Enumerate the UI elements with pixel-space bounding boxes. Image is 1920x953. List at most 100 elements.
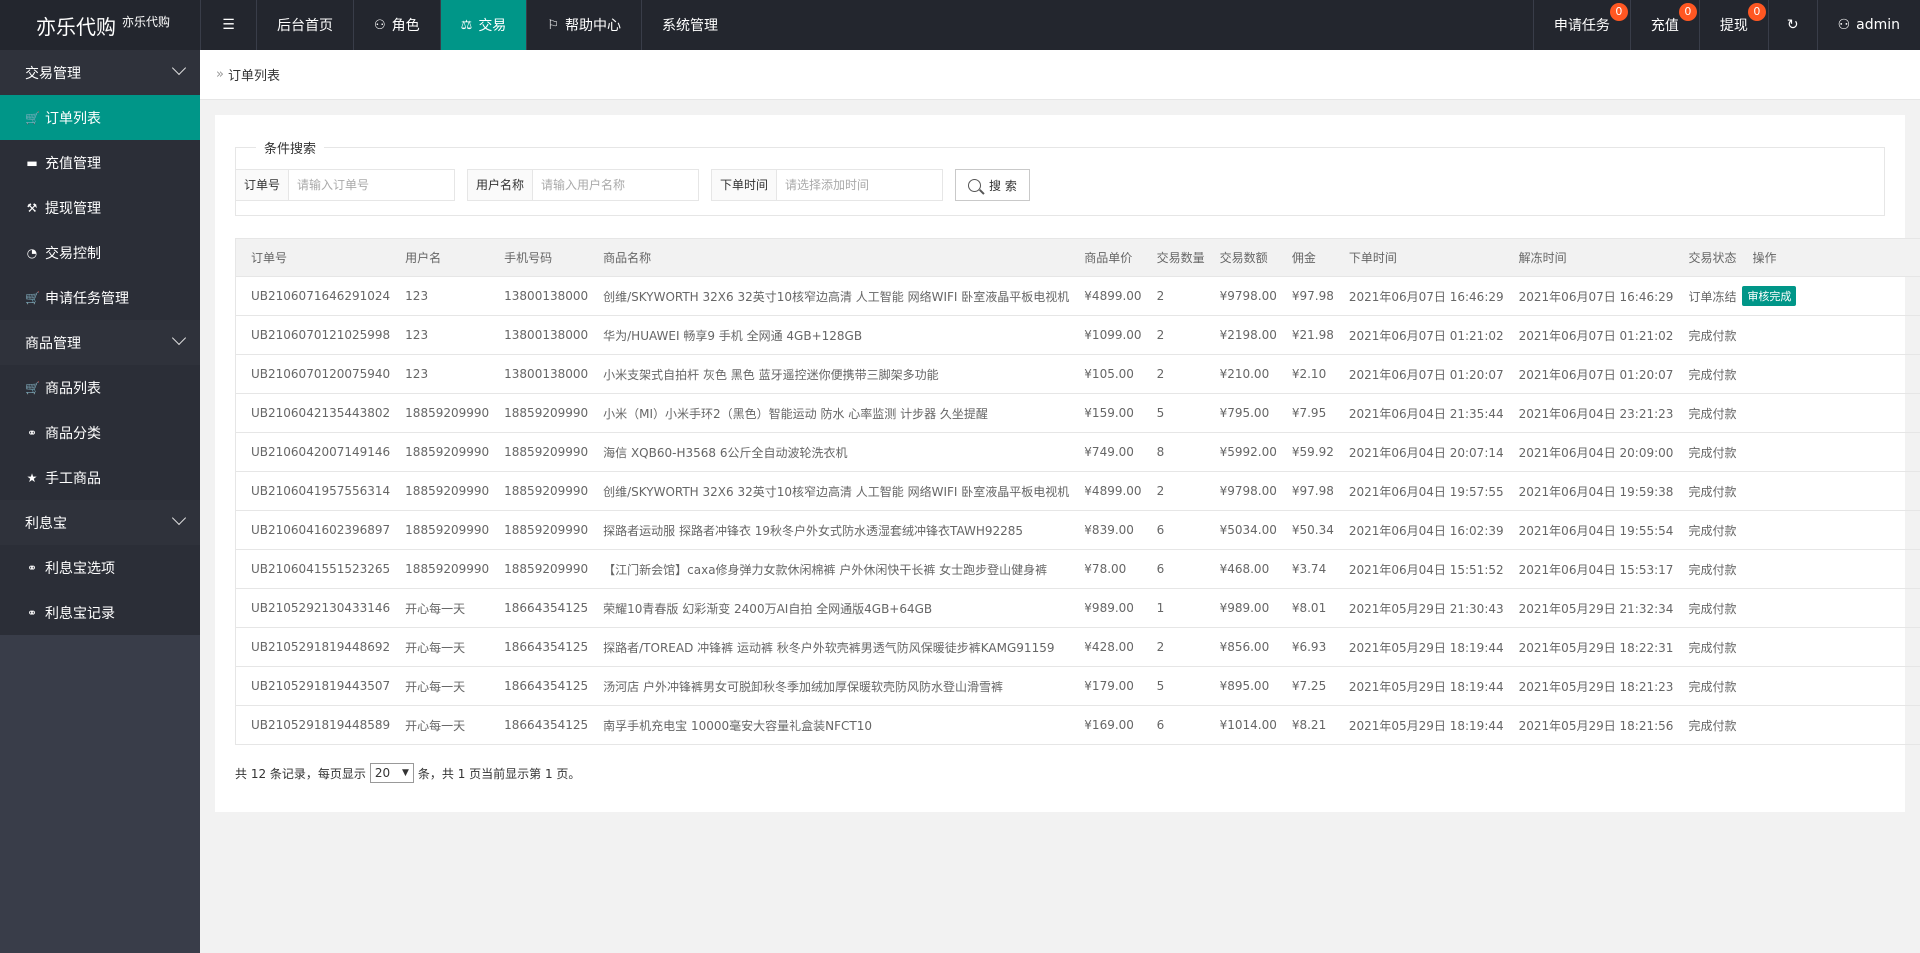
quantity-cell: 8 <box>1141 432 1205 472</box>
cart-icon: 🛒 <box>25 110 40 125</box>
table-row: UB2106042135443802 18859209990 18859209990… <box>235 393 1920 433</box>
unit-price-cell: ¥1099.00 <box>1069 315 1142 355</box>
nav-home[interactable]: 后台首页 <box>256 0 353 50</box>
phone-cell: 13800138000 <box>489 354 589 394</box>
recharge-badge: 0 <box>1678 3 1697 21</box>
username-cell: 123 <box>390 276 490 316</box>
refresh-button[interactable]: ↻ <box>1767 0 1817 50</box>
action-cell <box>1737 549 1920 589</box>
table-row: UB2106070120075940 123 13800138000 小米支架式自拍杆… <box>235 354 1920 394</box>
unit-price-cell: ¥749.00 <box>1069 432 1142 472</box>
review-complete-button[interactable]: 审核完成 <box>1742 286 1797 306</box>
commission-cell: ¥7.25 <box>1276 666 1334 706</box>
status-cell: 完成付款 <box>1673 471 1738 511</box>
search-icon <box>968 178 982 192</box>
goods-name-cell: 创维/SKYWORTH 32X6 32英寸10核窄边高清 人工智能 网络WIFI… <box>588 276 1070 316</box>
sidebar-group-items: 🛒 商品列表 ⚭ 商品分类 ★ 手工商品 <box>0 365 200 500</box>
goods-name-cell: 南孚手机充电宝 10000毫安大容量礼盒装NFCT10 <box>588 705 1070 745</box>
recharge-button[interactable]: 充值 0 <box>1629 0 1699 50</box>
search-row: 订单号 用户名称 下单时间 搜 索 <box>235 138 1030 201</box>
action-cell <box>1737 432 1920 472</box>
sidebar-group-interest-header[interactable]: 利息宝 <box>0 500 200 545</box>
unfreeze-time-cell: 2021年06月07日 01:20:07 <box>1503 354 1674 394</box>
nav-role[interactable]: ⚇ 角色 <box>353 0 440 50</box>
order-list-card: 条件搜索 订单号 用户名称 下单时间 搜 索 订单号 <box>215 115 1920 812</box>
order-no-cell: UB2106070121025998 <box>235 315 391 355</box>
phone-cell: 18664354125 <box>489 666 589 706</box>
unit-price-cell: ¥4899.00 <box>1069 276 1142 316</box>
commission-cell: ¥6.93 <box>1276 627 1334 667</box>
order-time-cell: 2021年06月04日 20:07:14 <box>1333 432 1504 472</box>
phone-cell: 18859209990 <box>489 432 589 472</box>
order-time-label: 下单时间 <box>712 170 778 200</box>
order-time-input[interactable] <box>777 170 943 200</box>
table-row: UB2105292130433146 开心每一天 18664354125 荣耀10青春… <box>235 588 1920 628</box>
action-cell: 审核完成 <box>1737 276 1920 316</box>
table-row: UB2106041551523265 18859209990 18859209990… <box>235 549 1920 589</box>
status-cell: 完成付款 <box>1673 432 1738 472</box>
col-phone: 手机号码 <box>489 238 589 277</box>
page-size-select[interactable]: 20 ▼ <box>369 763 414 783</box>
apply-task-button[interactable]: 申请任务 0 <box>1532 0 1630 50</box>
sidebar-item-apply-task[interactable]: 🛒 申请任务管理 <box>0 275 200 320</box>
unit-price-cell: ¥428.00 <box>1069 627 1142 667</box>
sidebar-item-goods-category[interactable]: ⚭ 商品分类 <box>0 410 200 455</box>
top-bar: 亦乐代购 亦乐代购 ☰ 后台首页 ⚇ 角色 ⚖ 交易 ⚐ 帮助中心 系统管理 申… <box>0 0 1920 50</box>
nav-trade-label: 交易 <box>478 18 507 34</box>
user-menu[interactable]: ⚇ admin <box>1816 0 1920 50</box>
col-status: 交易状态 <box>1673 238 1738 277</box>
sidebar-group-goods-header[interactable]: 商品管理 <box>0 320 200 365</box>
status-cell: 完成付款 <box>1673 627 1738 667</box>
unfreeze-time-cell: 2021年05月29日 21:32:34 <box>1503 588 1674 628</box>
username-cell: 18859209990 <box>390 432 490 472</box>
amount-cell: ¥210.00 <box>1204 354 1277 394</box>
col-unfreeze-time: 解冻时间 <box>1503 238 1674 277</box>
commission-cell: ¥2.10 <box>1276 354 1334 394</box>
amount-cell: ¥5034.00 <box>1204 510 1277 550</box>
quantity-cell: 2 <box>1141 315 1205 355</box>
chevron-down-icon <box>171 330 187 346</box>
sidebar-item-manual-goods[interactable]: ★ 手工商品 <box>0 455 200 500</box>
commission-cell: ¥8.01 <box>1276 588 1334 628</box>
sidebar-item-interest-options[interactable]: ⚭ 利息宝选项 <box>0 545 200 590</box>
order-time-cell: 2021年06月07日 01:20:07 <box>1333 354 1504 394</box>
star-icon: ★ <box>26 470 38 485</box>
quantity-cell: 6 <box>1141 549 1205 589</box>
unit-price-cell: ¥179.00 <box>1069 666 1142 706</box>
sidebar-item-goods-list[interactable]: 🛒 商品列表 <box>0 365 200 410</box>
phone-cell: 18859209990 <box>489 510 589 550</box>
col-username: 用户名 <box>390 238 490 277</box>
unfreeze-time-cell: 2021年06月04日 23:21:23 <box>1503 393 1674 433</box>
nav-help[interactable]: ⚐ 帮助中心 <box>526 0 641 50</box>
sidebar-item-label: 利息宝记录 <box>45 605 115 622</box>
sidebar-item-trade-control[interactable]: ◔ 交易控制 <box>0 230 200 275</box>
sidebar-item-order-list[interactable]: 🛒 订单列表 <box>0 95 200 140</box>
sidebar-item-withdraw[interactable]: ⚒ 提现管理 <box>0 185 200 230</box>
username-input[interactable] <box>533 170 699 200</box>
orders-table: 订单号 用户名 手机号码 商品名称 商品单价 交易数量 交易数额 佣金 下单时间… <box>235 238 1920 745</box>
unit-price-cell: ¥169.00 <box>1069 705 1142 745</box>
sidebar-group-trade-header[interactable]: 交易管理 <box>0 50 200 95</box>
order-number-input[interactable] <box>289 170 455 200</box>
username-cell: 18859209990 <box>390 471 490 511</box>
sidebar-group-items: ⚭ 利息宝选项 ⚭ 利息宝记录 <box>0 545 200 635</box>
menu-toggle-button[interactable]: ☰ <box>200 0 256 50</box>
sidebar-item-recharge[interactable]: ▬ 充值管理 <box>0 140 200 185</box>
sidebar-item-interest-records[interactable]: ⚭ 利息宝记录 <box>0 590 200 635</box>
withdraw-button[interactable]: 提现 0 <box>1698 0 1768 50</box>
phone-cell: 13800138000 <box>489 276 589 316</box>
quantity-cell: 1 <box>1141 588 1205 628</box>
username-cell: 123 <box>390 354 490 394</box>
unfreeze-time-cell: 2021年05月29日 18:21:23 <box>1503 666 1674 706</box>
chat-icon: ▬ <box>26 155 38 170</box>
quantity-cell: 6 <box>1141 705 1205 745</box>
nav-system[interactable]: 系统管理 <box>640 0 738 50</box>
action-cell <box>1737 471 1920 511</box>
unfreeze-time-cell: 2021年06月04日 19:59:38 <box>1503 471 1674 511</box>
breadcrumb: » 订单列表 <box>200 50 1920 100</box>
quantity-cell: 2 <box>1141 276 1205 316</box>
commission-cell: ¥3.74 <box>1276 549 1334 589</box>
table-row: UB2106041957556314 18859209990 18859209990… <box>235 471 1920 511</box>
search-button[interactable]: 搜 索 <box>955 169 1030 201</box>
nav-trade[interactable]: ⚖ 交易 <box>439 0 527 50</box>
